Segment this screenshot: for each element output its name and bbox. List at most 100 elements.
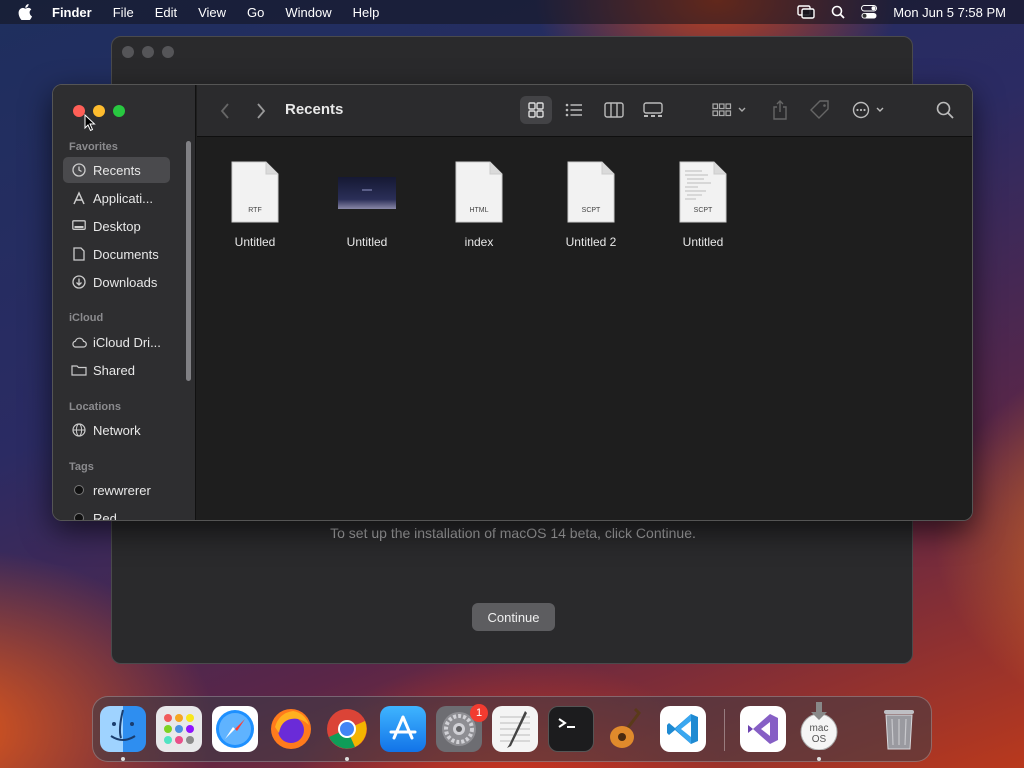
sidebar-item-network[interactable]: Network (63, 417, 170, 443)
sidebar-item-label: Recents (93, 162, 141, 178)
sidebar-tag-rewwrerer[interactable]: rewwrerer (63, 477, 170, 503)
file-item[interactable]: Untitled (322, 161, 412, 251)
sidebar-item-label: Applicati... (93, 190, 153, 206)
sidebar-item-recents[interactable]: Recents (63, 157, 170, 183)
zoom-button[interactable] (113, 105, 125, 117)
file-name: Untitled (682, 235, 724, 249)
terminal-app-icon[interactable] (548, 706, 594, 752)
running-indicator (817, 757, 821, 761)
sidebar-item-label: Shared (93, 362, 135, 378)
safari-app-icon[interactable] (212, 706, 258, 752)
notification-badge: 1 (470, 704, 488, 722)
spotlight-search-icon[interactable] (831, 5, 845, 19)
file-name: index (464, 235, 494, 249)
clock-icon (71, 162, 87, 178)
file-type-label: HTML (469, 207, 489, 214)
textedit-app-icon[interactable] (492, 706, 538, 752)
menu-window[interactable]: Window (285, 5, 331, 20)
group-by-button[interactable] (709, 96, 751, 124)
sidebar-item-downloads[interactable]: Downloads (63, 269, 170, 295)
file-item[interactable]: HTML index (434, 161, 524, 251)
garageband-app-icon[interactable] (604, 706, 650, 752)
finder-window: Favorites Recents Applicati... Desktop D… (52, 84, 973, 521)
list-view-button[interactable] (559, 96, 589, 124)
image-file-icon (337, 161, 397, 223)
sidebar-scrollbar[interactable] (186, 141, 191, 381)
finder-toolbar: Recents (197, 85, 972, 137)
shared-folder-icon (71, 362, 87, 378)
cloud-icon (71, 334, 87, 350)
more-actions-button[interactable] (849, 96, 891, 124)
document-icon (71, 246, 87, 262)
sidebar-item-label: Red (93, 510, 117, 521)
apple-icon[interactable] (18, 0, 36, 24)
sidebar-tag-red[interactable]: Red (63, 505, 170, 521)
sidebar-item-applications[interactable]: Applicati... (63, 185, 170, 211)
html-file-icon: HTML (454, 161, 504, 223)
file-item[interactable]: SCPT Untitled 2 (546, 161, 636, 251)
running-indicator (345, 757, 349, 761)
sidebar-item-label: Downloads (93, 274, 158, 290)
visual-studio-app-icon[interactable] (740, 706, 786, 752)
control-center-icon[interactable] (861, 5, 878, 19)
installer-zoom-button[interactable] (162, 46, 174, 58)
menu-help[interactable]: Help (353, 5, 380, 20)
menubar-datetime[interactable]: Mon Jun 5 7:58 PM (893, 5, 1006, 20)
menu-bar: Finder File Edit View Go Window Help Mon… (0, 0, 1024, 24)
menu-view[interactable]: View (198, 5, 226, 20)
running-indicator (121, 757, 125, 761)
applications-icon (71, 190, 87, 206)
screen-mirroring-icon[interactable] (797, 5, 815, 19)
sidebar-section-locations: Locations (69, 401, 121, 413)
sidebar-section-favorites: Favorites (69, 141, 118, 153)
tag-color-dot (74, 513, 84, 520)
file-item[interactable]: RTF Untitled (210, 161, 300, 251)
rtf-file-icon: RTF (230, 161, 280, 223)
sidebar-item-label: Network (93, 422, 141, 438)
installer-os-label: mac OS (809, 723, 829, 745)
app-store-app-icon[interactable] (380, 706, 426, 752)
download-icon (71, 274, 87, 290)
chrome-app-icon[interactable] (324, 706, 370, 752)
globe-icon (71, 422, 87, 438)
icon-view-button[interactable] (520, 96, 552, 124)
installer-minimize-button[interactable] (142, 46, 154, 58)
sidebar-item-documents[interactable]: Documents (63, 241, 170, 267)
tag-color-dot (74, 485, 84, 495)
back-button[interactable] (217, 101, 233, 121)
column-view-button[interactable] (598, 96, 630, 124)
sidebar-item-desktop[interactable]: Desktop (63, 213, 170, 239)
menu-file[interactable]: File (113, 5, 134, 20)
menu-edit[interactable]: Edit (155, 5, 177, 20)
dock: 1 mac OS (92, 696, 932, 762)
window-title: Recents (285, 101, 344, 118)
firefox-app-icon[interactable] (268, 706, 314, 752)
sidebar-section-tags: Tags (69, 461, 94, 473)
sidebar-section-icloud: iCloud (69, 312, 104, 324)
sidebar-item-shared[interactable]: Shared (63, 357, 170, 383)
sidebar-item-label: Documents (93, 246, 159, 262)
file-name: Untitled (234, 235, 276, 249)
installer-close-button[interactable] (122, 46, 134, 58)
file-item[interactable]: SCPT Untitled (658, 161, 748, 251)
gallery-view-button[interactable] (637, 96, 669, 124)
continue-button[interactable]: Continue (472, 603, 555, 631)
search-icon[interactable] (933, 98, 957, 122)
sidebar-item-label: rewwrerer (93, 482, 151, 498)
tag-icon[interactable] (807, 97, 833, 123)
file-name: Untitled (346, 235, 388, 249)
share-icon[interactable] (768, 97, 792, 123)
sidebar-item-icloud-drive[interactable]: iCloud Dri... (63, 329, 170, 355)
vscode-app-icon[interactable] (660, 706, 706, 752)
menu-go[interactable]: Go (247, 5, 264, 20)
finder-app-icon[interactable] (100, 706, 146, 752)
trash-icon[interactable] (876, 706, 922, 752)
forward-button[interactable] (253, 101, 269, 121)
menu-app-finder[interactable]: Finder (52, 5, 92, 20)
installer-message: To set up the installation of macOS 14 b… (330, 525, 696, 541)
desktop-icon (71, 218, 87, 234)
launchpad-app-icon[interactable] (156, 706, 202, 752)
file-type-label: RTF (248, 207, 262, 214)
install-macos-app-icon[interactable]: mac OS (796, 702, 842, 752)
file-type-label: SCPT (693, 207, 713, 214)
